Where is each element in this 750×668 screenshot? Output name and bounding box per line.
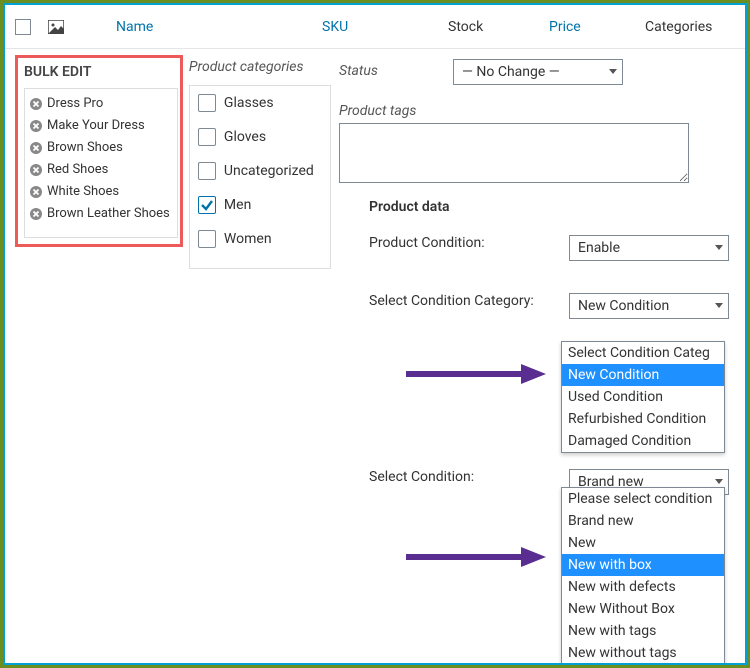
category-label: Men bbox=[224, 197, 251, 213]
category-checkbox[interactable] bbox=[198, 162, 216, 180]
bulk-edit-item[interactable]: Red Shoes bbox=[29, 159, 173, 181]
arrow-icon bbox=[406, 547, 546, 567]
bulk-edit-item[interactable]: Brown Leather Shoes bbox=[29, 203, 173, 225]
remove-icon[interactable] bbox=[29, 119, 43, 133]
app-window: Name SKU Stock Price Categories BULK EDI… bbox=[3, 3, 747, 665]
bulk-edit-panel: BULK EDIT Dress ProMake Your DressBrown … bbox=[15, 55, 183, 247]
product-data-title: Product data bbox=[369, 199, 729, 215]
dropdown-option[interactable]: Damaged Condition bbox=[562, 430, 724, 452]
dropdown-option[interactable]: Brand new bbox=[562, 510, 724, 532]
arrow-icon bbox=[406, 364, 546, 384]
category-label: Gloves bbox=[224, 129, 266, 145]
remove-icon[interactable] bbox=[29, 185, 43, 199]
category-checkbox[interactable] bbox=[198, 94, 216, 112]
category-checkbox[interactable] bbox=[198, 128, 216, 146]
bulk-edit-item[interactable]: Dress Pro bbox=[29, 93, 173, 115]
bulk-item-label: White Shoes bbox=[47, 181, 119, 203]
condition-category-label: Select Condition Category: bbox=[369, 293, 549, 309]
condition-category-select[interactable]: New Condition bbox=[569, 293, 729, 319]
category-row[interactable]: Men bbox=[190, 188, 330, 222]
category-row[interactable]: Uncategorized bbox=[190, 154, 330, 188]
bulk-item-label: Brown Leather Shoes bbox=[47, 203, 170, 225]
select-condition-dropdown[interactable]: Please select conditionBrand newNewNew w… bbox=[561, 487, 725, 665]
dropdown-option[interactable]: Used Condition bbox=[562, 386, 724, 408]
right-panel: Status — No Change — Product tags Produc… bbox=[331, 49, 745, 663]
category-checkbox[interactable] bbox=[198, 230, 216, 248]
category-row[interactable]: Women bbox=[190, 222, 330, 256]
tags-textarea[interactable] bbox=[339, 123, 689, 183]
bulk-item-label: Brown Shoes bbox=[47, 137, 123, 159]
product-condition-select[interactable]: Enable bbox=[569, 235, 729, 261]
col-price[interactable]: Price bbox=[549, 19, 609, 35]
category-label: Glasses bbox=[224, 95, 274, 111]
col-stock: Stock bbox=[448, 19, 508, 35]
categories-list[interactable]: Glasses Gloves Uncategorized Men Women bbox=[189, 85, 331, 269]
dropdown-option[interactable]: New with box bbox=[562, 554, 724, 576]
dropdown-option[interactable]: New Without Box bbox=[562, 598, 724, 620]
bulk-item-label: Dress Pro bbox=[47, 93, 103, 115]
category-row[interactable]: Glasses bbox=[190, 86, 330, 120]
image-column-icon bbox=[47, 20, 65, 34]
remove-icon[interactable] bbox=[29, 163, 43, 177]
category-label: Women bbox=[224, 231, 272, 247]
product-condition-label: Product Condition: bbox=[369, 235, 549, 251]
select-all-checkbox[interactable] bbox=[15, 19, 31, 35]
select-condition-label: Select Condition: bbox=[369, 469, 549, 485]
bulk-edit-title: BULK EDIT bbox=[24, 64, 178, 80]
col-categories: Categories bbox=[645, 19, 712, 35]
dropdown-option[interactable]: Please select condition bbox=[562, 488, 724, 510]
categories-title: Product categories bbox=[189, 59, 331, 75]
categories-column: Product categories Glasses Gloves Uncatego… bbox=[189, 49, 331, 663]
category-checkbox[interactable] bbox=[198, 196, 216, 214]
status-label: Status bbox=[339, 59, 439, 79]
bulk-edit-list[interactable]: Dress ProMake Your DressBrown ShoesRed S… bbox=[24, 88, 178, 238]
remove-icon[interactable] bbox=[29, 207, 43, 221]
dropdown-option[interactable]: Select Condition Categ bbox=[562, 342, 724, 364]
category-label: Uncategorized bbox=[224, 163, 314, 179]
bulk-edit-item[interactable]: Brown Shoes bbox=[29, 137, 173, 159]
dropdown-option[interactable]: New with defects bbox=[562, 576, 724, 598]
dropdown-option[interactable]: New without tags bbox=[562, 642, 724, 664]
col-sku[interactable]: SKU bbox=[322, 19, 382, 35]
category-row[interactable]: Gloves bbox=[190, 120, 330, 154]
tags-label: Product tags bbox=[339, 99, 439, 119]
dropdown-option[interactable]: New Condition bbox=[562, 364, 724, 386]
remove-icon[interactable] bbox=[29, 141, 43, 155]
status-select[interactable]: — No Change — bbox=[453, 59, 623, 85]
dropdown-option[interactable]: New bbox=[562, 532, 724, 554]
bulk-edit-item[interactable]: White Shoes bbox=[29, 181, 173, 203]
bulk-item-label: Make Your Dress bbox=[47, 115, 145, 137]
bulk-edit-item[interactable]: Make Your Dress bbox=[29, 115, 173, 137]
dropdown-option[interactable]: Refurbished Condition bbox=[562, 408, 724, 430]
col-name[interactable]: Name bbox=[116, 19, 216, 35]
dropdown-option[interactable]: New with tags bbox=[562, 620, 724, 642]
remove-icon[interactable] bbox=[29, 97, 43, 111]
bulk-item-label: Red Shoes bbox=[47, 159, 108, 181]
column-header-row: Name SKU Stock Price Categories bbox=[5, 5, 745, 49]
condition-category-dropdown[interactable]: Select Condition CategNew ConditionUsed … bbox=[561, 341, 725, 453]
